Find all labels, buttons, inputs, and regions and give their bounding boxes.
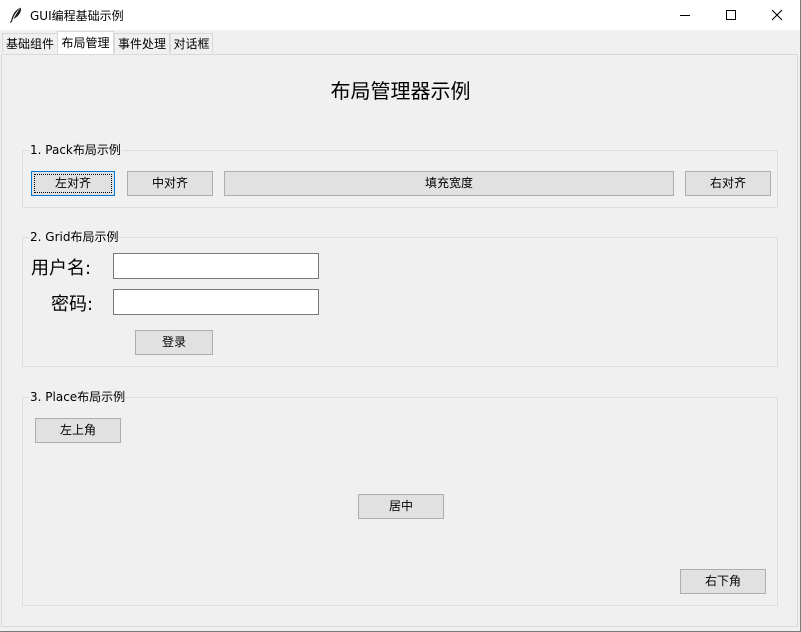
place-layout-group: 3. Place布局示例 左上角 居中 右下角	[22, 389, 778, 606]
pack-group-title: 1. Pack布局示例	[29, 142, 122, 158]
password-input[interactable]	[113, 289, 319, 315]
place-group-title: 3. Place布局示例	[29, 389, 127, 405]
title-bar: GUI编程基础示例	[0, 0, 800, 30]
top-left-button[interactable]: 左上角	[35, 418, 121, 443]
feather-icon	[9, 7, 22, 23]
maximize-icon	[726, 10, 736, 20]
password-label: 密码:	[51, 294, 94, 315]
align-left-button[interactable]: 左对齐	[31, 171, 115, 196]
close-icon	[771, 9, 783, 21]
fill-width-button[interactable]: 填充宽度	[224, 171, 674, 196]
window-title: GUI编程基础示例	[30, 9, 124, 23]
grid-layout-group: 2. Grid布局示例 用户名: 密码: 登录	[22, 229, 778, 367]
tab-layout-management[interactable]: 布局管理	[57, 31, 114, 54]
center-place-button[interactable]: 居中	[358, 494, 444, 519]
page-heading: 布局管理器示例	[330, 79, 471, 103]
align-center-button[interactable]: 中对齐	[127, 171, 213, 196]
tab-event-handling[interactable]: 事件处理	[114, 33, 170, 53]
grid-group-title: 2. Grid布局示例	[29, 229, 120, 245]
tab-page-layout: 布局管理器示例 1. Pack布局示例 左对齐 中对齐 填充宽度 右对齐 2. …	[1, 54, 798, 627]
bottom-right-button[interactable]: 右下角	[680, 569, 766, 594]
minimize-button[interactable]	[662, 0, 708, 30]
maximize-button[interactable]	[708, 0, 754, 30]
username-label: 用户名:	[31, 258, 92, 279]
tab-dialogs[interactable]: 对话框	[170, 33, 213, 53]
tab-basic-widgets[interactable]: 基础组件	[2, 33, 58, 53]
close-button[interactable]	[754, 0, 800, 30]
login-button[interactable]: 登录	[135, 330, 213, 355]
username-input[interactable]	[113, 253, 319, 279]
minimize-icon	[680, 15, 690, 16]
app-window: GUI编程基础示例 基础组件 布局管理 事件处理 对话框 布局管理器示例 1. …	[0, 0, 801, 632]
align-right-button[interactable]: 右对齐	[685, 171, 771, 196]
pack-layout-group: 1. Pack布局示例 左对齐 中对齐 填充宽度 右对齐	[22, 142, 778, 208]
tab-bar: 基础组件 布局管理 事件处理 对话框	[0, 30, 800, 54]
